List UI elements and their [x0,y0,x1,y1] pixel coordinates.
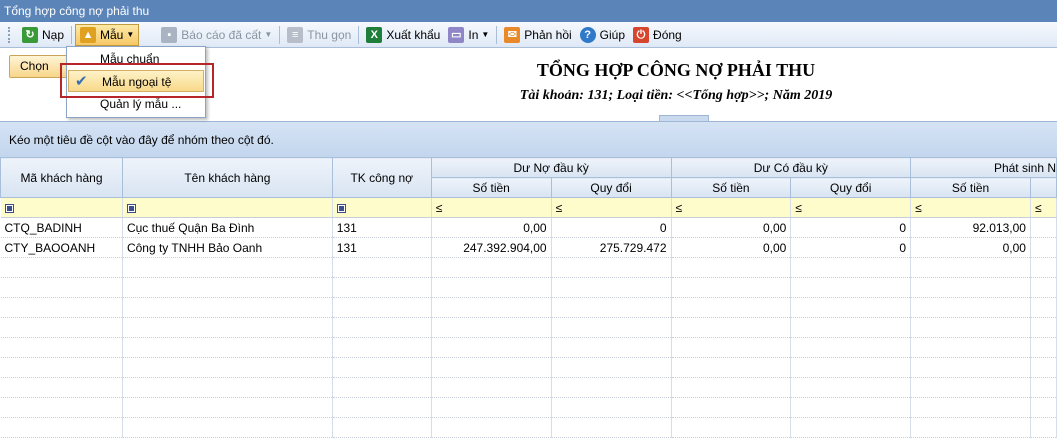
cell-no-quy-doi[interactable]: 275.729.472 [551,237,672,258]
nap-button[interactable]: ↻ Nạp [18,24,68,46]
table-row[interactable]: CTQ_BADINH Cục thuế Quận Ba Đình 131 0,0… [0,217,1057,238]
mau-label: Mẫu [100,27,124,42]
xuat-khau-button[interactable]: X Xuất khẩu [362,24,444,46]
cell-ten[interactable]: Công ty TNHH Bảo Oanh [122,237,333,258]
filter-cell[interactable]: ≤ [551,197,672,218]
dong-label: Đóng [653,27,682,42]
refresh-icon: ↻ [22,26,38,43]
filter-cell[interactable]: ≤ [671,197,792,218]
nap-label: Nạp [42,27,65,42]
cell-tk[interactable]: 131 [332,217,432,238]
bao-cao-da-cat-button[interactable]: ▪ Báo cáo đã cất ▼ [157,24,276,46]
empty-row [0,357,1057,378]
filter-cell[interactable]: ≤ [431,197,552,218]
column-header-so-tien[interactable]: Số tiền [670,177,792,198]
cell-no-so-tien[interactable]: 0,00 [431,217,552,238]
window-title: Tổng hợp công nợ phải thu [0,0,1057,22]
filter-icon[interactable] [336,203,346,213]
empty-row [0,337,1057,358]
in-label: In [468,27,479,42]
cell-co-so-tien[interactable]: 0,00 [671,217,792,238]
cell-ps-so-tien[interactable]: 92.013,00 [910,217,1031,238]
column-header-tk-cong-no[interactable]: TK công nợ [331,157,432,198]
cell-ten[interactable]: Cục thuế Quận Ba Đình [122,217,333,238]
toolbar-separator [358,25,360,44]
phan-hoi-label: Phản hồi [524,27,572,42]
group-panel[interactable]: Kéo một tiêu đề cột vào đây để nhóm theo… [0,121,1057,157]
filter-cell[interactable] [122,197,333,218]
filter-cell[interactable] [332,197,432,218]
save-icon: ▪ [161,26,178,43]
power-icon: ⏻ [633,26,650,43]
cell-no-so-tien[interactable]: 247.392.904,00 [431,237,552,258]
chevron-down-icon[interactable]: ▼ [126,30,134,39]
in-button[interactable]: ▭ In ▼ [444,24,493,46]
column-header-quy-doi[interactable]: Quy đổi [550,177,672,198]
cell-co-so-tien[interactable]: 0,00 [671,237,792,258]
toolbar: ↻ Nạp ▲ Mẫu ▼ ▪ Báo cáo đã cất ▼ ≡ Thu g… [0,22,1057,48]
data-table: Mã khách hàng Tên khách hàng TK công nợ … [0,157,1057,438]
column-header-so-tien[interactable]: Số tiền [430,177,552,198]
toolbar-grip[interactable] [8,26,12,43]
cell-ps-so-tien[interactable]: 0,00 [910,237,1031,258]
data-grid: Mã khách hàng Tên khách hàng TK công nợ … [0,157,1057,441]
column-header-so-tien[interactable]: Số tiền [910,177,1031,198]
help-icon: ? [579,26,596,43]
toolbar-separator [496,25,498,44]
thu-gon-button[interactable]: ≡ Thu gọn [283,24,355,46]
collapse-icon: ≡ [287,26,304,43]
giup-button[interactable]: ? Giúp [576,24,629,46]
empty-row [0,257,1057,278]
excel-icon: X [366,26,383,43]
mail-icon: ✉ [504,26,521,43]
filter-icon[interactable] [4,203,14,213]
empty-row [0,397,1057,418]
highlight-box [60,63,214,98]
cell-tk[interactable]: 131 [332,237,432,258]
cell-ma[interactable]: CTQ_BADINH [0,217,123,238]
bao-cao-da-cat-label: Báo cáo đã cất [181,27,262,42]
cell-empty[interactable] [1030,217,1057,238]
phan-hoi-button[interactable]: ✉ Phản hồi [500,24,575,46]
cell-co-quy-doi[interactable]: 0 [790,237,912,258]
cell-co-quy-doi[interactable]: 0 [790,217,912,238]
column-header-quy-doi[interactable] [1029,177,1057,198]
report-title: TỔNG HỢP CÔNG NỢ PHẢI THU [536,60,816,80]
filter-cell[interactable]: ≤ [790,197,912,218]
filter-icon[interactable] [126,203,136,213]
chevron-down-icon[interactable]: ▼ [264,30,272,39]
thu-gon-label: Thu gọn [307,27,352,42]
dong-button[interactable]: ⏻ Đóng [629,24,686,46]
chart-icon: ▲ [80,26,97,43]
table-row[interactable]: CTY_BAOOANH Công ty TNHH Bảo Oanh 131 24… [0,237,1057,258]
report-subtitle: Tài khoản: 131; Loại tiền: <<Tổng hợp>>;… [519,88,833,103]
giup-label: Giúp [599,27,626,42]
column-band-du-no[interactable]: Dư Nợ đầu kỳ [430,157,672,178]
filter-cell[interactable]: ≤ [910,197,1031,218]
column-header-ma-khach-hang[interactable]: Mã khách hàng [0,157,123,198]
column-band-phat-sinh[interactable]: Phát sinh N [910,157,1057,178]
empty-row [0,417,1057,438]
mau-button[interactable]: ▲ Mẫu ▼ [75,23,140,46]
cell-empty[interactable] [1030,237,1057,258]
empty-row [0,377,1057,398]
empty-row [0,277,1057,298]
filter-cell[interactable]: ≤ [1030,197,1057,218]
column-band-du-co[interactable]: Dư Có đầu kỳ [670,157,912,178]
empty-row [0,317,1057,338]
column-header-quy-doi[interactable]: Quy đổi [790,177,912,198]
xuat-khau-label: Xuất khẩu [386,27,441,42]
cell-no-quy-doi[interactable]: 0 [551,217,672,238]
toolbar-separator [71,25,73,44]
printer-icon: ▭ [448,26,465,43]
empty-row [0,297,1057,318]
toolbar-separator [279,25,281,44]
filter-cell[interactable] [0,197,123,218]
column-header-ten-khach-hang[interactable]: Tên khách hàng [121,157,333,198]
cell-ma[interactable]: CTY_BAOOANH [0,237,123,258]
filter-row: ≤ ≤ ≤ ≤ ≤ ≤ [0,197,1057,218]
chevron-down-icon[interactable]: ▼ [481,30,489,39]
